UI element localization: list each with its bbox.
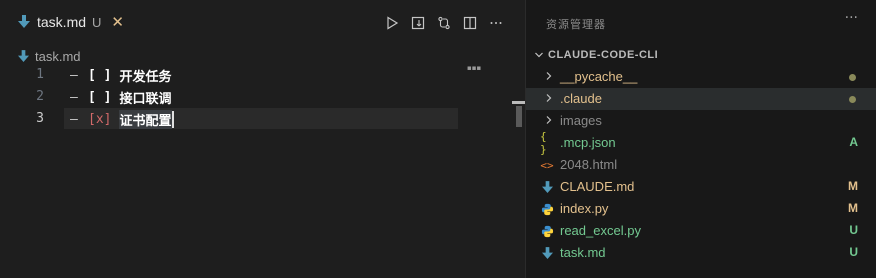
git-compare-icon[interactable]: [431, 13, 457, 33]
json-braces-icon: { }: [540, 130, 547, 156]
checkbox-marker: [ ]: [88, 67, 112, 83]
more-actions-icon[interactable]: ···: [845, 10, 858, 26]
line-content: – [ ] 接口联调: [70, 88, 172, 107]
git-status-badge: U: [849, 245, 858, 259]
chevron-right-icon: [546, 72, 552, 80]
editor-pane: task.md U ✕ task.md 1 – [] 开发任务 2 – []…: [0, 0, 525, 278]
line-content: – [x] 证书配置: [70, 109, 174, 129]
code-line[interactable]: 1 – [ ] 开发任务: [0, 64, 525, 86]
workspace-name: CLAUDE-CODE-CLI: [548, 49, 659, 61]
checkbox-marker: [ ]: [88, 89, 112, 105]
task-text: 开发任务: [119, 69, 172, 85]
tab-task-md[interactable]: task.md U ✕: [0, 0, 130, 44]
list-dash: –: [70, 111, 78, 127]
line-number: 3: [36, 111, 44, 126]
code-line[interactable]: 2 – [ ] 接口联调: [0, 86, 525, 108]
tree-file[interactable]: CLAUDE.md M: [526, 176, 876, 198]
modified-dot-indicator: [849, 74, 856, 81]
overview-ruler-cursor: [512, 101, 525, 104]
git-status-badge: U: [849, 223, 858, 237]
tree-item-label: index.py: [560, 201, 609, 216]
task-text: 证书配置: [119, 109, 172, 129]
tree-file[interactable]: task.md U: [526, 242, 876, 264]
more-actions-icon[interactable]: [483, 13, 509, 33]
git-status-badge: M: [848, 201, 858, 215]
close-icon[interactable]: ✕: [111, 14, 124, 30]
tab-label: task.md: [37, 14, 87, 30]
tree-item-label: .mcp.json: [560, 135, 616, 150]
markdown-arrow-icon: [18, 49, 29, 62]
tree-file[interactable]: <> 2048.html: [526, 154, 876, 176]
tree-file[interactable]: read_excel.py U: [526, 220, 876, 242]
tree-item-label: read_excel.py: [560, 223, 641, 238]
markdown-arrow-icon: [18, 15, 30, 28]
tree-folder[interactable]: .claude: [526, 88, 876, 110]
git-status-badge: A: [849, 135, 858, 149]
tree-folder[interactable]: __pycache__: [526, 66, 876, 88]
tree-item-label: .claude: [560, 91, 602, 106]
modified-dot-indicator: [849, 96, 856, 103]
tree-item-label: CLAUDE.md: [560, 179, 635, 194]
tree-folder[interactable]: images: [526, 110, 876, 132]
text-cursor: [171, 110, 174, 128]
tree-item-label: task.md: [560, 245, 606, 260]
python-icon: [540, 224, 554, 238]
html-brackets-icon: <>: [540, 158, 554, 172]
markdown-arrow-icon: [540, 180, 554, 194]
code-line-active[interactable]: 3 – [x] 证书配置: [0, 108, 525, 130]
explorer-pane: 资源管理器 ··· CLAUDE-CODE-CLI __pycache__ .cl…: [526, 0, 876, 278]
checkbox-marker-checked: [x]: [88, 111, 112, 127]
markdown-arrow-icon: [540, 246, 554, 260]
workspace-section-header[interactable]: CLAUDE-CODE-CLI: [534, 46, 658, 64]
tree-file[interactable]: { } .mcp.json A: [526, 130, 876, 156]
line-number: 2: [36, 89, 44, 104]
git-status-badge: M: [848, 179, 858, 193]
list-dash: –: [70, 89, 78, 105]
minimap[interactable]: ▪▪▪: [467, 65, 481, 72]
tree-item-label: images: [560, 113, 602, 128]
run-icon[interactable]: [379, 13, 405, 33]
editor-actions: [379, 13, 509, 33]
breadcrumb-file-label: task.md: [35, 48, 81, 64]
line-number: 1: [36, 67, 44, 82]
split-editor-icon[interactable]: [457, 13, 483, 33]
tree-item-label: 2048.html: [560, 157, 618, 172]
task-text: 接口联调: [119, 91, 172, 107]
tree-file[interactable]: index.py M: [526, 198, 876, 220]
chevron-right-icon: [546, 94, 552, 102]
scrollbar-thumb[interactable]: [516, 106, 522, 127]
open-preview-icon[interactable]: [405, 13, 431, 33]
explorer-title: 资源管理器: [546, 18, 606, 31]
line-content: – [ ] 开发任务: [70, 66, 172, 85]
tab-git-status-badge: U: [92, 14, 102, 30]
chevron-down-icon: [535, 52, 543, 58]
tree-item-label: __pycache__: [560, 69, 638, 84]
tab-bar: task.md U ✕: [0, 0, 525, 44]
list-dash: –: [70, 67, 78, 83]
breadcrumb[interactable]: task.md: [18, 47, 81, 65]
chevron-right-icon: [546, 116, 552, 124]
python-icon: [540, 202, 554, 216]
